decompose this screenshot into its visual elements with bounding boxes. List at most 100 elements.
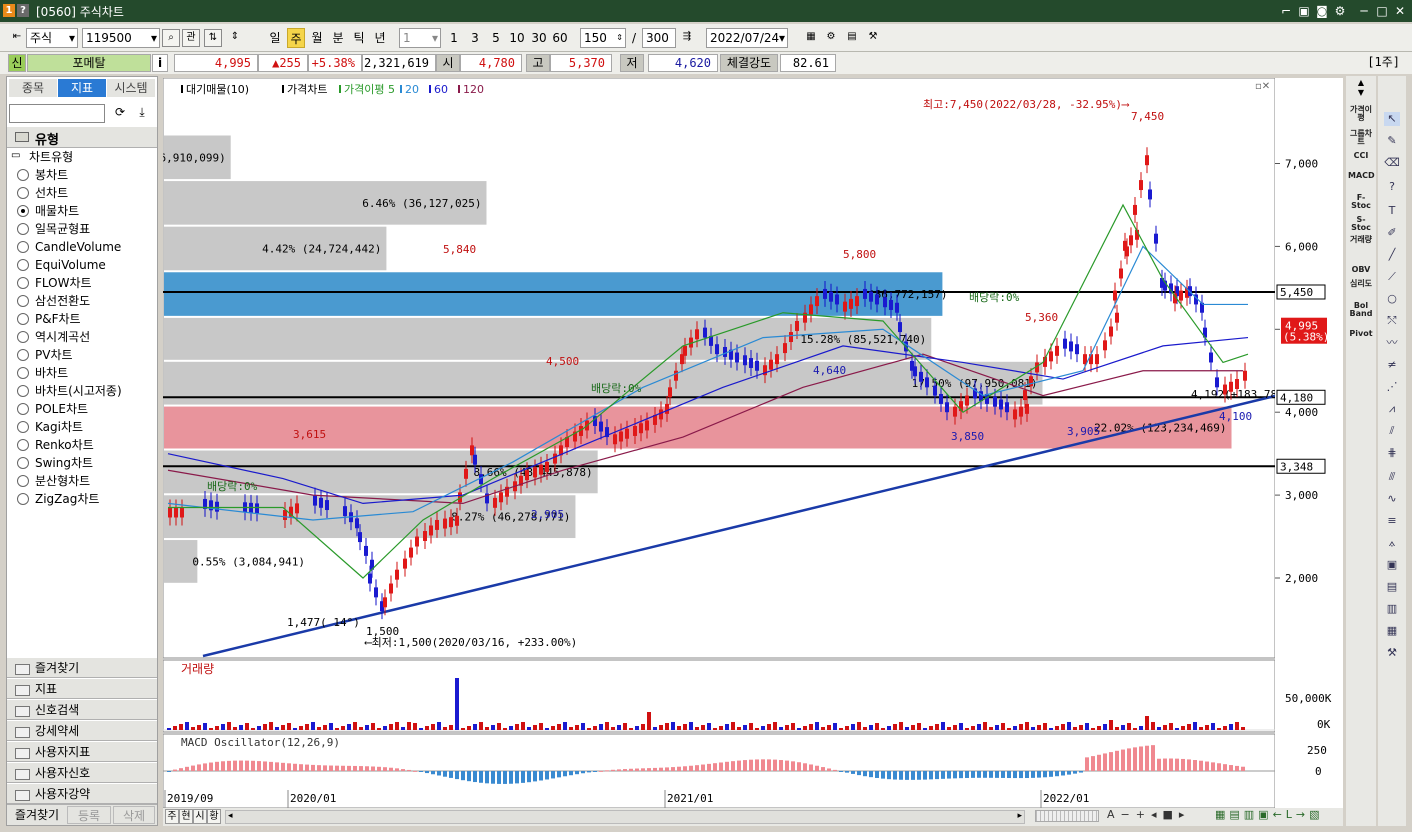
info-button[interactable]: i (152, 54, 168, 72)
save-icon[interactable]: ▤ (843, 29, 861, 47)
indicator-tool[interactable]: F-Stoc (1348, 194, 1374, 210)
indicator-tool[interactable]: 그룹차트 (1348, 130, 1374, 146)
tab-status[interactable]: 황 (207, 809, 221, 824)
chart-type-item[interactable]: 분산형차트 (17, 472, 90, 490)
radio-icon[interactable] (17, 493, 29, 505)
folder-item[interactable]: 신호검색 (7, 699, 157, 720)
nav-controls[interactable]: A−+◂■▸ (1107, 808, 1190, 821)
channel-icon[interactable]: ⫽ (1384, 424, 1400, 438)
line-tool-icon[interactable]: ╱ (1384, 248, 1400, 262)
interval-60[interactable]: 60 (550, 28, 570, 48)
interval-10[interactable]: 10 (507, 28, 527, 48)
count-input[interactable]: 150 ⇕ (580, 28, 626, 48)
link-icon[interactable]: ⌐ (1278, 3, 1294, 19)
chart-scrollbar[interactable]: ◂ ▸ (225, 810, 1025, 824)
interval-30[interactable]: 30 (529, 28, 549, 48)
interval-5[interactable]: 5 (488, 28, 504, 48)
chart-type-item[interactable]: PV차트 (17, 346, 73, 364)
tree-root[interactable]: 차트유형 (29, 148, 73, 165)
chart-type-item[interactable]: ZigZag차트 (17, 490, 99, 508)
radio-icon[interactable] (17, 385, 29, 397)
chart-type-item[interactable]: 바차트 (17, 364, 68, 382)
download-icon[interactable]: ⤓ (133, 105, 151, 123)
zigzag-icon[interactable]: ∿ (1384, 492, 1400, 506)
chart-type-item[interactable]: Renko차트 (17, 436, 94, 454)
folder-item[interactable]: 사용자강약 (7, 783, 157, 804)
tab-stocks[interactable]: 종목 (9, 79, 57, 97)
radio-icon[interactable] (17, 439, 29, 451)
minimize-icon[interactable]: ─ (1356, 3, 1372, 19)
text-tool-icon[interactable]: T (1384, 204, 1400, 218)
radio-icon[interactable] (17, 349, 29, 361)
search-icon[interactable]: ⌕ (162, 29, 180, 47)
refresh-icon[interactable]: ⟳ (111, 105, 129, 123)
gear-icon[interactable]: ⚙ (1332, 3, 1348, 19)
chart-type-item[interactable]: Kagi차트 (17, 418, 83, 436)
retracement-icon[interactable]: ≡ (1384, 514, 1400, 528)
chart-type-item[interactable]: 선차트 (17, 184, 68, 202)
folder-item[interactable]: 강세약세 (7, 720, 157, 741)
spinner-icon[interactable]: ⇕ (226, 29, 244, 47)
scroll-down-icon[interactable]: ▼ (1348, 88, 1374, 98)
zoom-slider[interactable] (1035, 810, 1099, 822)
radio-icon[interactable] (17, 277, 29, 289)
chart-area[interactable]: 1.23% (6,910,099) 6.46% (36,127,025) 4.42%… (113, 77, 1297, 809)
radio-icon[interactable] (17, 367, 29, 379)
radio-icon[interactable] (17, 259, 29, 271)
circle-tool-icon[interactable]: ○ (1384, 292, 1400, 306)
folder-item[interactable]: 사용자신호 (7, 762, 157, 783)
radio-icon[interactable] (17, 241, 29, 253)
indicator-search-input[interactable] (9, 104, 105, 123)
radio-icon[interactable] (17, 223, 29, 235)
type-section-header[interactable]: 유형 (7, 127, 157, 148)
tab-system[interactable]: 시스템 (107, 79, 155, 97)
indicator-tool[interactable]: 심리도 (1348, 280, 1374, 288)
count-total-input[interactable]: 300 (642, 28, 676, 48)
chart-type-item[interactable]: 봉차트 (17, 166, 68, 184)
indicator-tool[interactable]: CCI (1348, 152, 1374, 160)
tab-favorites[interactable]: 즐겨찾기 (9, 806, 65, 824)
wave-icon[interactable]: 〰 (1384, 336, 1400, 350)
indicator-tool[interactable]: S-Stoc (1348, 216, 1374, 232)
settings-icon[interactable]: ⚙ (822, 29, 840, 47)
prev-stock-icon[interactable]: ⇤ (8, 29, 26, 47)
delete-button[interactable]: 삭제 (113, 806, 155, 824)
wrench-icon[interactable]: ⚒ (1384, 646, 1400, 660)
period-day[interactable]: 일 (266, 28, 284, 48)
chart-type-item[interactable]: 매물차트 (17, 202, 79, 220)
chart-table-icon[interactable]: ▦ (802, 29, 820, 47)
radio-icon[interactable] (17, 421, 29, 433)
chart-type-item[interactable]: POLE차트 (17, 400, 88, 418)
market-select[interactable]: 주식 ▾ (26, 28, 78, 48)
chart-type-item[interactable]: CandleVolume (17, 238, 121, 256)
eraser-icon[interactable]: ✎ (1384, 134, 1400, 148)
period-year[interactable]: 년 (371, 28, 389, 48)
maximize-icon[interactable]: □ (1374, 3, 1390, 19)
indicator-tool[interactable]: OBV (1348, 266, 1374, 274)
fibonacci-icon[interactable]: ≠ (1384, 358, 1400, 372)
gann-fan-icon[interactable]: ⩘ (1384, 402, 1400, 416)
interval-1[interactable]: 1 (446, 28, 462, 48)
radio-icon[interactable] (17, 331, 29, 343)
indicator-tool[interactable]: 거래량 (1348, 236, 1374, 244)
period-week[interactable]: 주 (287, 28, 305, 48)
indicator-tool[interactable]: 가격이평 (1348, 106, 1374, 122)
clipboard-icon[interactable]: ▤ (1384, 580, 1400, 594)
chart-type-item[interactable]: 역시계곡선 (17, 328, 90, 346)
auto-trend-icon[interactable]: ⟑ (1384, 536, 1400, 550)
capture-icon[interactable]: ◙ (1314, 3, 1330, 19)
interval-select[interactable]: 1 ▾ (399, 28, 441, 48)
folder-item[interactable]: 즐겨찾기 (7, 657, 157, 678)
tab-week[interactable]: 주 (165, 809, 179, 824)
close-icon[interactable]: ✕ (1392, 3, 1408, 19)
tools-icon[interactable]: ⚒ (864, 29, 882, 47)
tab-indicators[interactable]: 지표 (58, 79, 106, 97)
folder-item[interactable]: 사용자지표 (7, 741, 157, 762)
chart-type-item[interactable]: Swing차트 (17, 454, 93, 472)
help-icon[interactable]: ? (1384, 180, 1400, 194)
indicator-tool[interactable]: MACD (1348, 172, 1375, 180)
date-select[interactable]: 2022/07/24 ▾ (706, 28, 788, 48)
indicator-tool[interactable]: Bol Band (1348, 302, 1374, 318)
chart-type-item[interactable]: FLOW차트 (17, 274, 92, 292)
radio-icon[interactable] (17, 205, 29, 217)
